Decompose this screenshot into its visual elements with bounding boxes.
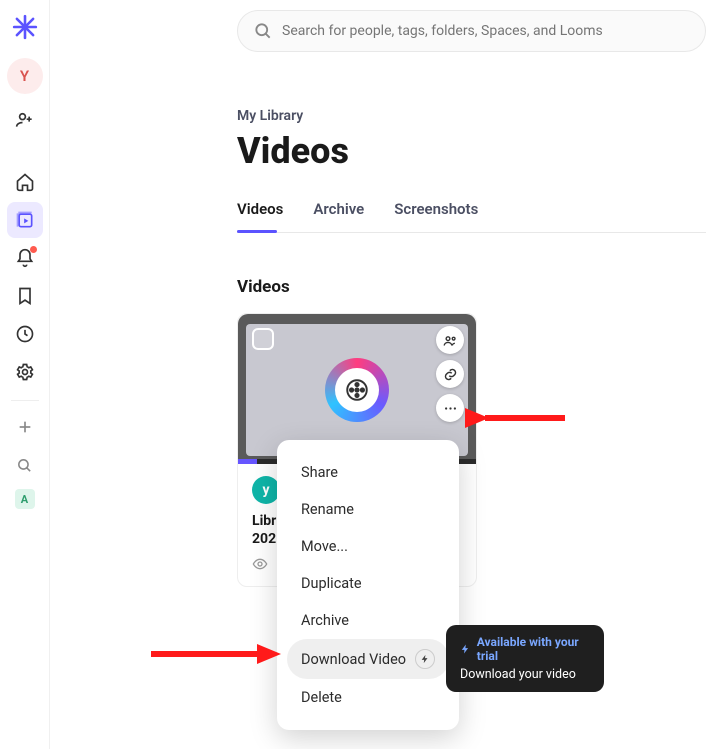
menu-item-share[interactable]: Share <box>277 454 459 491</box>
menu-item-download-video[interactable]: Download Video <box>287 639 449 679</box>
annotation-arrow <box>151 640 281 668</box>
settings-icon[interactable] <box>7 354 43 390</box>
notification-dot <box>30 246 37 253</box>
tab-screenshots[interactable]: Screenshots <box>394 200 478 232</box>
left-sidebar: Y A <box>0 0 50 749</box>
people-icon[interactable] <box>7 102 43 138</box>
main-area: My Library Videos Videos Archive Screens… <box>50 0 706 749</box>
notifications-icon[interactable] <box>7 240 43 276</box>
bolt-icon <box>460 643 471 655</box>
breadcrumb[interactable]: My Library <box>237 108 706 124</box>
menu-item-archive[interactable]: Archive <box>277 602 459 639</box>
owner-avatar[interactable]: y <box>252 476 280 504</box>
annotation-arrow <box>465 404 565 432</box>
reel-icon <box>325 358 389 422</box>
progress-bar <box>238 459 257 464</box>
select-checkbox[interactable] <box>252 328 274 350</box>
menu-item-duplicate[interactable]: Duplicate <box>277 565 459 602</box>
title-line: 202 <box>252 531 276 547</box>
menu-item-move[interactable]: Move... <box>277 528 459 565</box>
search-icon[interactable] <box>7 447 43 483</box>
workspace-badge[interactable]: A <box>15 489 35 509</box>
menu-item-rename[interactable]: Rename <box>277 491 459 528</box>
context-menu: Share Rename Move... Duplicate Archive D… <box>277 440 459 730</box>
tab-videos[interactable]: Videos <box>237 200 283 232</box>
views-icon <box>252 556 268 572</box>
menu-item-label: Download Video <box>301 651 406 668</box>
tooltip: Available with your trial Download your … <box>446 625 604 692</box>
search-input-icon <box>253 21 273 45</box>
tooltip-header: Available with your trial <box>460 635 590 663</box>
share-people-icon[interactable] <box>436 326 464 354</box>
tooltip-body: Download your video <box>460 667 590 682</box>
add-icon[interactable] <box>7 409 43 445</box>
tab-archive[interactable]: Archive <box>313 200 364 232</box>
tooltip-head-text: Available with your trial <box>477 635 590 663</box>
page-title: Videos <box>237 130 706 172</box>
sidebar-separator <box>11 400 39 401</box>
section-title: Videos <box>237 277 706 297</box>
thumbnail-actions <box>436 326 464 422</box>
user-avatar[interactable]: Y <box>7 58 43 94</box>
bolt-icon <box>415 649 435 669</box>
tabs: Videos Archive Screenshots <box>237 200 706 233</box>
more-options-icon[interactable] <box>436 394 464 422</box>
thumbnail-image <box>246 324 468 456</box>
search-bar <box>237 10 706 52</box>
home-icon[interactable] <box>7 164 43 200</box>
search-input[interactable] <box>237 10 706 52</box>
title-line: Libr <box>252 513 276 529</box>
history-icon[interactable] <box>7 316 43 352</box>
bookmark-icon[interactable] <box>7 278 43 314</box>
copy-link-icon[interactable] <box>436 360 464 388</box>
app-logo[interactable] <box>12 14 38 40</box>
library-icon[interactable] <box>7 202 43 238</box>
menu-item-delete[interactable]: Delete <box>277 679 459 716</box>
